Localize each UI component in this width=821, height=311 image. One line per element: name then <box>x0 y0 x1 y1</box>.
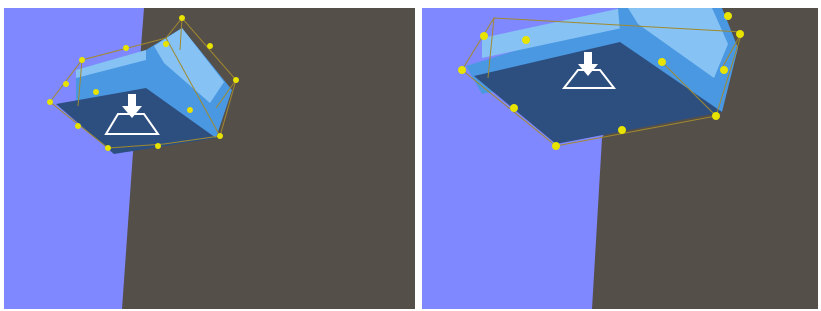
handle-icon[interactable] <box>123 45 129 51</box>
handle-icon[interactable] <box>712 112 720 120</box>
screenshot-frame <box>0 0 821 311</box>
handle-icon[interactable] <box>233 77 239 83</box>
handle-icon[interactable] <box>458 66 466 74</box>
viewport-right[interactable] <box>422 8 818 309</box>
handle-icon[interactable] <box>93 89 99 95</box>
handle-icon[interactable] <box>179 15 185 21</box>
handle-icon[interactable] <box>720 66 728 74</box>
handle-icon[interactable] <box>618 126 626 134</box>
handle-icon[interactable] <box>522 36 530 44</box>
handle-icon[interactable] <box>207 43 213 49</box>
handle-icon[interactable] <box>658 58 666 66</box>
scene-left <box>4 8 415 309</box>
handle-icon[interactable] <box>155 143 161 149</box>
handle-icon[interactable] <box>75 123 81 129</box>
handle-icon[interactable] <box>724 12 732 20</box>
handle-icon[interactable] <box>480 32 488 40</box>
handle-icon[interactable] <box>79 57 85 63</box>
handle-icon[interactable] <box>105 145 111 151</box>
handle-icon[interactable] <box>47 99 53 105</box>
handle-icon[interactable] <box>736 30 744 38</box>
handle-icon[interactable] <box>217 133 223 139</box>
handle-icon[interactable] <box>63 81 69 87</box>
handle-icon[interactable] <box>510 104 518 112</box>
handle-icon[interactable] <box>163 41 169 47</box>
handle-icon[interactable] <box>187 107 193 113</box>
scene-right <box>422 8 818 309</box>
viewport-left[interactable] <box>4 8 415 309</box>
handle-icon[interactable] <box>552 142 560 150</box>
